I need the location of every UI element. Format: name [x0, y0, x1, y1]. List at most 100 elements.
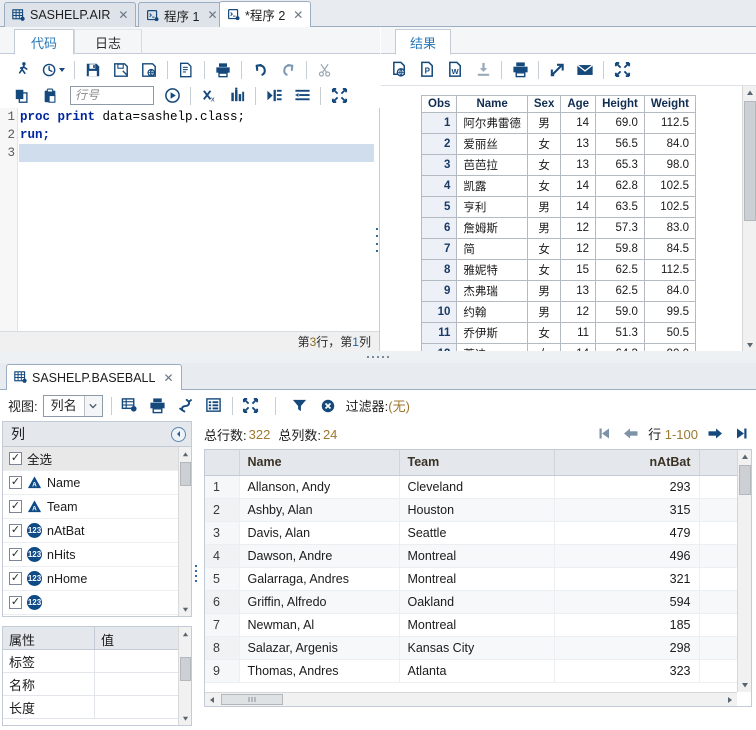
table-row[interactable]: 9 Thomas, Andres Atlanta 323 — [205, 659, 740, 683]
outdent-icon[interactable] — [289, 84, 315, 108]
scrollbar-thumb[interactable] — [180, 657, 191, 681]
paste-icon[interactable] — [37, 84, 63, 108]
close-icon[interactable]: ✕ — [293, 8, 303, 22]
grid-col-extra[interactable] — [699, 450, 740, 476]
grid-col-name[interactable]: Name — [239, 450, 400, 476]
print-icon[interactable] — [210, 58, 236, 82]
save-as-icon[interactable] — [108, 58, 134, 82]
column-item-nhits[interactable]: ✓ 123 nHits — [3, 543, 191, 567]
columns-list-scrollbar[interactable] — [178, 447, 191, 616]
print-icon[interactable] — [507, 58, 533, 82]
column-details-icon[interactable] — [201, 394, 227, 418]
view-select[interactable]: 列名 — [42, 394, 103, 417]
goto-line-icon[interactable] — [159, 84, 185, 108]
filter-icon[interactable] — [287, 394, 313, 418]
table-row[interactable]: 5 Galarraga, Andres Montreal 321 — [205, 567, 740, 591]
horizontal-splitter-handle[interactable] — [0, 351, 756, 363]
checkbox[interactable]: ✓ — [9, 500, 22, 513]
data-grid[interactable]: Name Team nAtBat 1 Allanson, Andy Clevelan… — [204, 449, 752, 707]
next-page-icon[interactable] — [707, 427, 723, 440]
first-page-icon[interactable] — [598, 427, 614, 440]
redo-icon[interactable] — [275, 58, 301, 82]
chevron-down-icon[interactable] — [83, 395, 102, 416]
tab-results[interactable]: 结果 — [395, 29, 451, 55]
indent-icon[interactable] — [261, 84, 287, 108]
code-lines[interactable]: proc print data=sashelp.class; run; — [19, 108, 379, 162]
table-row[interactable]: 8 Salazar, Argenis Kansas City 298 — [205, 636, 740, 660]
table-row[interactable]: 7 Newman, Al Montreal 185 — [205, 613, 740, 637]
checkbox[interactable]: ✓ — [9, 524, 22, 537]
save-web-icon[interactable] — [136, 58, 162, 82]
export-word-icon[interactable]: W — [442, 58, 468, 82]
share-icon[interactable] — [544, 58, 570, 82]
run-icon[interactable] — [9, 58, 35, 82]
grid-col-team[interactable]: Team — [399, 450, 555, 476]
scroll-down-icon[interactable] — [179, 711, 191, 725]
print-icon[interactable] — [145, 394, 171, 418]
prev-page-icon[interactable] — [623, 427, 639, 440]
table-row[interactable]: 1 Allanson, Andy Cleveland 293 — [205, 475, 740, 499]
copy-icon[interactable] — [9, 84, 35, 108]
table-row[interactable]: 2 Ashby, Alan Houston 315 — [205, 498, 740, 522]
scroll-up-icon[interactable] — [179, 447, 191, 461]
tab-code[interactable]: 代码 — [14, 29, 74, 55]
window-tab-program-1[interactable]: 程序 1 ✕ — [138, 2, 226, 27]
properties-icon[interactable] — [173, 58, 199, 82]
window-tab-sashelp-air[interactable]: SASHELP.AIR ✕ — [4, 2, 137, 27]
properties-scrollbar[interactable] — [178, 627, 191, 725]
export-html-icon[interactable] — [386, 58, 412, 82]
scrollbar-thumb[interactable] — [221, 694, 283, 705]
code-line[interactable]: run; — [19, 126, 379, 144]
maximize-icon[interactable] — [238, 394, 264, 418]
table-row[interactable]: 3 Davis, Alan Seattle 479 — [205, 521, 740, 545]
grid-col-rownum[interactable] — [205, 450, 240, 476]
column-item-name[interactable]: ✓ A Name — [3, 471, 191, 495]
column-item-select-all[interactable]: ✓ 全选 — [3, 447, 191, 471]
email-icon[interactable] — [572, 58, 598, 82]
columns-list[interactable]: ✓ 全选 ✓ A Name ✓ A Team ✓ 123 nAtBat ✓ 12… — [2, 447, 192, 617]
clear-filter-icon[interactable] — [315, 394, 341, 418]
analyze-icon[interactable] — [224, 84, 250, 108]
last-page-icon[interactable] — [732, 427, 748, 440]
undo-icon[interactable] — [247, 58, 273, 82]
checkbox[interactable]: ✓ — [9, 572, 22, 585]
collapse-left-icon[interactable] — [171, 426, 186, 442]
maximize-icon[interactable] — [609, 58, 635, 82]
goto-line-input[interactable]: 行号 — [70, 86, 154, 105]
table-row[interactable]: 6 Griffin, Alfredo Oakland 594 — [205, 590, 740, 614]
table-properties-icon[interactable] — [117, 394, 143, 418]
clear-all-icon[interactable]: x — [196, 84, 222, 108]
cut-icon[interactable] — [312, 58, 338, 82]
grid-horizontal-scrollbar[interactable] — [205, 692, 737, 706]
scrollbar-thumb[interactable] — [744, 101, 756, 221]
property-row-length[interactable]: 长度 — [3, 696, 191, 719]
checkbox[interactable]: ✓ — [9, 548, 22, 561]
export-pdf-icon[interactable]: P — [414, 58, 440, 82]
download-icon[interactable] — [470, 58, 496, 82]
column-item-partial[interactable]: ✓ 123 — [3, 591, 191, 615]
checkbox[interactable]: ✓ — [9, 452, 22, 465]
column-item-nhome[interactable]: ✓ 123 nHome — [3, 567, 191, 591]
save-icon[interactable] — [80, 58, 106, 82]
scroll-up-icon[interactable] — [743, 86, 756, 100]
data-vertical-splitter-handle[interactable] — [192, 423, 199, 723]
results-vertical-scrollbar[interactable] — [742, 86, 756, 351]
grid-vertical-scrollbar[interactable] — [737, 450, 751, 692]
table-row[interactable]: 4 Dawson, Andre Montreal 496 — [205, 544, 740, 568]
checkbox[interactable]: ✓ — [9, 476, 22, 489]
grid-col-natbat[interactable]: nAtBat — [554, 450, 700, 476]
scroll-left-icon[interactable] — [205, 693, 219, 706]
scroll-down-icon[interactable] — [743, 338, 756, 351]
vertical-splitter-handle[interactable] — [374, 228, 380, 252]
window-tab-sashelp-baseball[interactable]: SASHELP.BASEBALL ✕ — [6, 364, 182, 390]
window-tab-program-2[interactable]: *程序 2 ✕ — [219, 1, 312, 27]
scrollbar-thumb[interactable] — [180, 462, 191, 486]
property-row-label[interactable]: 标签 — [3, 650, 191, 673]
column-item-natbat[interactable]: ✓ 123 nAtBat — [3, 519, 191, 543]
history-icon[interactable] — [37, 58, 69, 82]
close-icon[interactable]: ✕ — [207, 8, 217, 22]
scroll-right-icon[interactable] — [723, 693, 737, 706]
column-item-team[interactable]: ✓ A Team — [3, 495, 191, 519]
scrollbar-thumb[interactable] — [739, 465, 751, 495]
scroll-down-icon[interactable] — [738, 678, 751, 692]
